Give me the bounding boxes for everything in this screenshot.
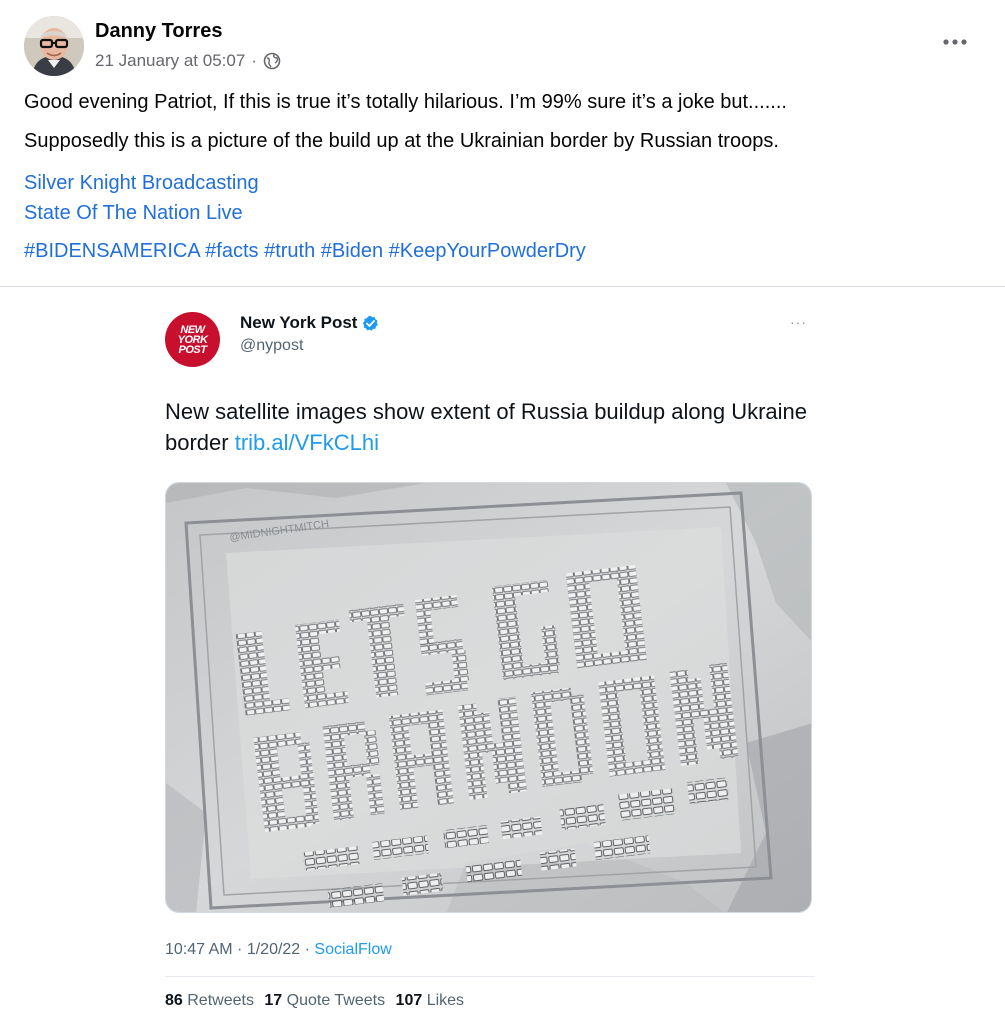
hashtag-truth[interactable]: #truth: [264, 240, 321, 262]
page-link-silver-knight[interactable]: Silver Knight Broadcasting: [24, 172, 259, 195]
tweet-timestamp: 10:47 AM · 1/20/22 · SocialFlow: [165, 941, 392, 959]
page-link-state-of-the-nation[interactable]: State Of The Nation Live: [24, 202, 243, 225]
tweet-link: trib.al/VFkCLhi: [234, 430, 379, 455]
quote-tweets-stat: 17 Quote Tweets: [264, 992, 386, 1009]
post-meta: 21 January at 05:07 ·: [95, 51, 281, 71]
tweet-author-name: New York Post: [240, 313, 358, 332]
verified-badge-icon: [363, 315, 379, 331]
post-text-line-1: Good evening Patriot, If this is true it…: [24, 91, 787, 113]
content-divider: [0, 286, 1005, 287]
tweet-divider: [165, 976, 815, 977]
hashtag-bidensamerica[interactable]: #BIDENSAMERICA: [24, 240, 205, 262]
hashtag-keepyourpowderdry[interactable]: #KeepYourPowderDry: [389, 240, 586, 262]
tweet-source: SocialFlow: [314, 941, 392, 958]
tweet-more-icon: ···: [790, 314, 807, 330]
nypost-logo: NEW YORK POST: [165, 312, 220, 367]
author-avatar[interactable]: [24, 16, 84, 76]
retweets-stat: 86 Retweets: [165, 992, 254, 1009]
satellite-photo: @MIDNIGHTMITCH: [166, 483, 811, 912]
facebook-post: Danny Torres 21 January at 05:07 · Good …: [0, 0, 1005, 1024]
likes-stat: 107 Likes: [395, 992, 465, 1009]
hashtag-facts[interactable]: #facts: [205, 240, 264, 262]
avatar-portrait: [24, 16, 84, 76]
tweet-time: 10:47 AM · 1/20/22 ·: [165, 941, 315, 958]
hashtags: #BIDENSAMERICA #facts #truth #Biden #Kee…: [24, 240, 586, 263]
globe-icon[interactable]: [263, 52, 281, 70]
post-text-line-2: Supposedly this is a picture of the buil…: [24, 130, 779, 152]
more-options-icon[interactable]: [939, 30, 971, 54]
author-name[interactable]: Danny Torres: [95, 20, 222, 43]
hashtag-biden[interactable]: #Biden: [321, 240, 389, 262]
tweet-text: New satellite images show extent of Russ…: [165, 396, 815, 458]
tweet-stats: 86 Retweets 17 Quote Tweets 107 Likes: [165, 992, 470, 1010]
satellite-image[interactable]: @MIDNIGHTMITCH: [165, 482, 812, 913]
tweet-handle: @nypost: [240, 337, 304, 354]
post-timestamp[interactable]: 21 January at 05:07: [95, 51, 245, 71]
tweet-author: New York Post: [240, 313, 379, 333]
meta-separator: ·: [251, 51, 257, 70]
